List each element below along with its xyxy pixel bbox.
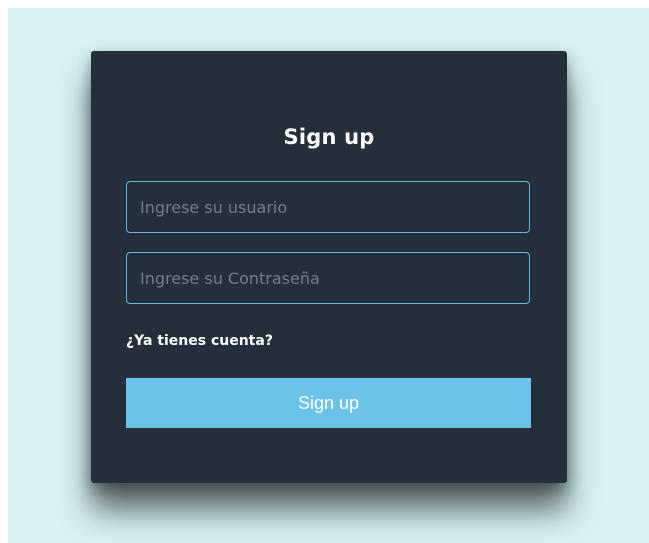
password-input[interactable] [126, 252, 530, 304]
signup-button[interactable]: Sign up [126, 378, 531, 428]
form-title: Sign up [283, 125, 375, 149]
already-have-account-link[interactable]: ¿Ya tienes cuenta? [126, 333, 273, 349]
username-input[interactable] [126, 181, 530, 233]
signup-card: Sign up ¿Ya tienes cuenta? Sign up [91, 51, 567, 483]
page-background: Sign up ¿Ya tienes cuenta? Sign up [8, 8, 649, 543]
